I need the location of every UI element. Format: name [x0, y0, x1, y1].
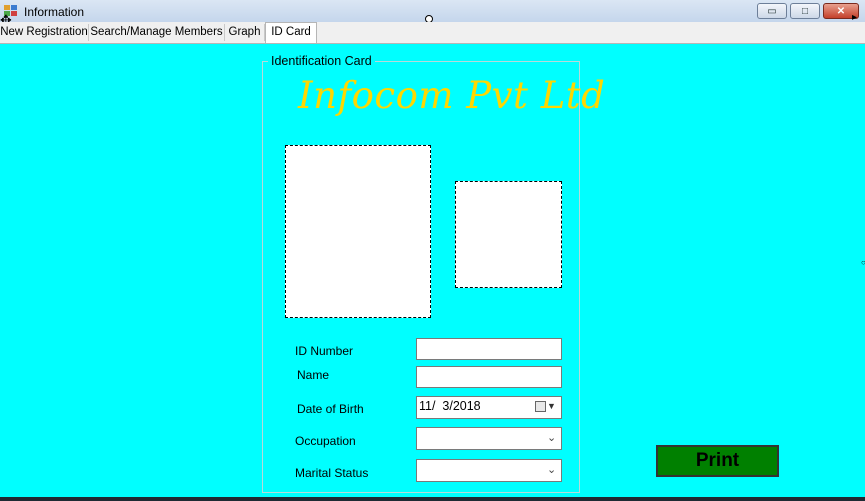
date-of-birth-value[interactable]: 11/ 3/2018	[419, 399, 481, 413]
resize-handle[interactable]: ○	[861, 258, 865, 267]
occupation-select[interactable]	[416, 427, 562, 450]
secondary-picture-box[interactable]	[455, 181, 562, 288]
id-number-field[interactable]	[416, 338, 562, 360]
maximize-button[interactable]: □	[790, 3, 820, 19]
photo-picture-box[interactable]	[285, 145, 431, 318]
date-of-birth-label: Date of Birth	[297, 402, 364, 416]
group-title: Identification Card	[268, 54, 375, 68]
tab-id-card[interactable]: ID Card	[265, 22, 317, 43]
calendar-icon[interactable]	[535, 401, 546, 412]
tab-new-registration[interactable]: New Registration	[0, 24, 89, 41]
id-number-label: ID Number	[295, 344, 354, 358]
marital-status-label: Marital Status	[295, 466, 369, 480]
tab-search-manage-members[interactable]: Search/Manage Members	[89, 24, 225, 41]
tab-graph[interactable]: Graph	[225, 24, 265, 41]
window-title: Information	[24, 5, 85, 19]
print-button[interactable]: Print	[656, 445, 779, 477]
chevron-down-icon[interactable]: ⌄	[547, 431, 556, 444]
name-field[interactable]	[416, 366, 562, 388]
company-name: Infocom Pvt Ltd	[298, 74, 606, 117]
chevron-down-icon[interactable]: ⌄	[547, 463, 556, 476]
occupation-label: Occupation	[295, 434, 356, 448]
minimize-button[interactable]: ▭	[757, 3, 787, 19]
marital-status-select[interactable]	[416, 459, 562, 482]
window-bottom-border	[0, 497, 865, 501]
chevron-down-icon[interactable]: ▼	[547, 401, 556, 411]
name-label: Name	[297, 368, 330, 382]
